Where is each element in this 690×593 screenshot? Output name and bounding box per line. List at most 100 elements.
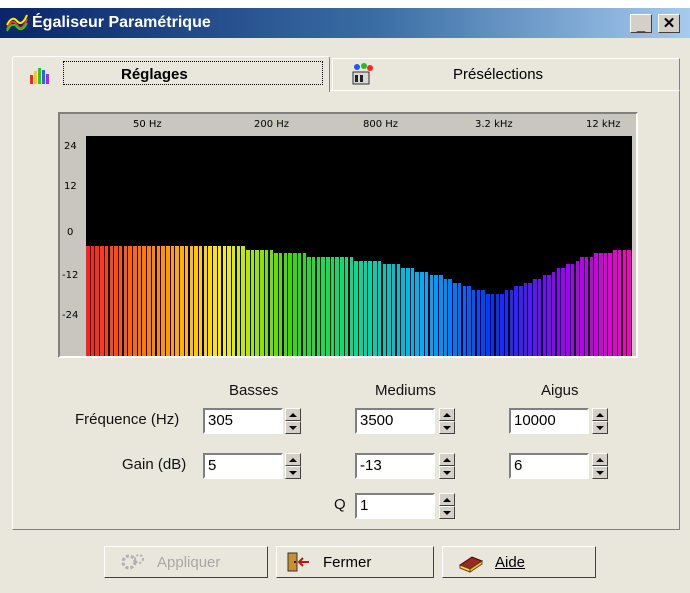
equalizer-bar: [410, 268, 415, 356]
equalizer-bar: [128, 246, 132, 356]
freq-label-3200hz: 3.2 kHz: [475, 119, 513, 130]
equalizer-bar: [260, 249, 264, 356]
equalizer-window: Égaliseur Paramétrique _ ✕ Réglages Prés…: [0, 8, 690, 593]
equalizer-bar: [250, 249, 255, 356]
equalizer-bar: [86, 246, 90, 356]
basses-frequency-field[interactable]: 305: [203, 408, 283, 434]
tab-reglages[interactable]: Réglages: [12, 56, 330, 92]
apply-button[interactable]: Appliquer: [104, 546, 268, 578]
freq-label-200hz: 200 Hz: [254, 119, 290, 130]
close-window-button[interactable]: ✕: [658, 14, 680, 33]
equalizer-bar: [594, 253, 598, 356]
equalizer-bar: [401, 268, 405, 356]
equalizer-bar: [241, 246, 245, 356]
mediums-frequency-stepper[interactable]: [439, 408, 455, 434]
equalizer-bar: [467, 286, 471, 356]
aigus-gain-stepper[interactable]: [592, 453, 608, 479]
equalizer-bar: [486, 293, 490, 356]
equalizer-bar: [523, 282, 528, 356]
mediums-gain-stepper[interactable]: [439, 453, 455, 479]
equalizer-bar: [453, 282, 457, 356]
equalizer-bar: [142, 246, 146, 356]
equalizer-bar: [222, 246, 226, 356]
equalizer-bar: [340, 257, 344, 356]
equalizer-bar: [175, 246, 179, 356]
equalizer-bar: [321, 257, 325, 356]
basses-gain-field[interactable]: 5: [203, 453, 283, 479]
equalizer-bar: [288, 253, 292, 356]
freq-label-50hz: 50 Hz: [133, 119, 162, 130]
q-stepper[interactable]: [439, 493, 455, 519]
equalizer-bar: [316, 257, 321, 356]
mediums-gain-field[interactable]: -13: [355, 453, 435, 479]
aigus-frequency-field[interactable]: 10000: [509, 408, 589, 434]
equalizer-bar: [198, 246, 203, 356]
help-button[interactable]: Aide: [442, 546, 596, 578]
mediums-frequency-field[interactable]: 3500: [355, 408, 435, 434]
equalizer-bar: [570, 264, 575, 356]
equalizer-bar: [151, 246, 156, 356]
equalizer-bars: [86, 136, 632, 356]
equalizer-bar: [580, 257, 584, 356]
equalizer-bar: [217, 246, 222, 356]
equalizer-bar: [439, 275, 443, 356]
equalizer-bar: [490, 293, 495, 356]
equalizer-bar: [166, 246, 170, 356]
q-field[interactable]: 1: [355, 493, 435, 519]
equalizer-bar: [599, 253, 603, 356]
equalizer-bar: [528, 282, 532, 356]
equalizer-bar: [133, 246, 137, 356]
freq-label-800hz: 800 Hz: [363, 119, 399, 130]
equalizer-bar: [95, 246, 99, 356]
title-bar[interactable]: Égaliseur Paramétrique _ ✕: [0, 8, 690, 38]
tab-focus-rect: [63, 61, 323, 85]
equalizer-bar: [396, 264, 401, 356]
equalizer-bar: [90, 246, 95, 356]
equalizer-bar: [377, 260, 382, 356]
equalizer-bar: [255, 249, 259, 356]
equalizer-bar: [504, 290, 509, 356]
close-button[interactable]: Fermer: [276, 546, 434, 578]
gears-icon: [121, 554, 144, 570]
equalizer-bar: [359, 260, 363, 356]
column-basses: Basses: [229, 382, 279, 399]
equalizer-bar: [302, 253, 307, 356]
equalizer-bar: [246, 249, 250, 356]
equalizer-bar: [509, 290, 514, 356]
equalizer-bar: [363, 260, 368, 356]
equalizer-bar: [274, 253, 278, 356]
presets-icon: [352, 63, 373, 85]
db-label-0: 0: [67, 227, 74, 238]
basses-frequency-stepper[interactable]: [285, 408, 301, 434]
equalizer-bar: [184, 246, 189, 356]
equalizer-bar: [189, 246, 194, 356]
equalizer-icon: [6, 14, 28, 32]
db-label-minus24: -24: [62, 310, 79, 321]
equalizer-bar: [617, 249, 622, 356]
minimize-button[interactable]: _: [630, 14, 652, 33]
equalizer-bar: [307, 257, 311, 356]
equalizer-bar: [269, 249, 274, 356]
aigus-gain-field[interactable]: 6: [509, 453, 589, 479]
equalizer-bar: [420, 271, 424, 356]
apply-button-label: Appliquer: [157, 553, 221, 571]
aigus-frequency-stepper[interactable]: [592, 408, 608, 434]
equalizer-bar: [349, 257, 354, 356]
equalizer-bar: [495, 293, 499, 356]
equalizer-bar: [373, 260, 377, 356]
equalizer-bar: [293, 253, 297, 356]
equalizer-bar: [556, 268, 561, 356]
equalizer-bar: [227, 246, 231, 356]
equalizer-bar: [608, 253, 612, 356]
tab-strip: Réglages Présélections: [12, 56, 680, 92]
q-label: Q: [334, 496, 346, 513]
equalizer-bar: [627, 249, 631, 356]
tab-preselections[interactable]: Présélections: [332, 58, 680, 90]
db-label-24: 24: [64, 141, 77, 152]
basses-gain-stepper[interactable]: [285, 453, 301, 479]
equalizer-bar: [613, 249, 617, 356]
equalizer-bar: [519, 286, 523, 356]
equalizer-bar: [354, 260, 358, 356]
equalizer-bar: [533, 279, 537, 356]
equalizer-bar: [208, 246, 212, 356]
